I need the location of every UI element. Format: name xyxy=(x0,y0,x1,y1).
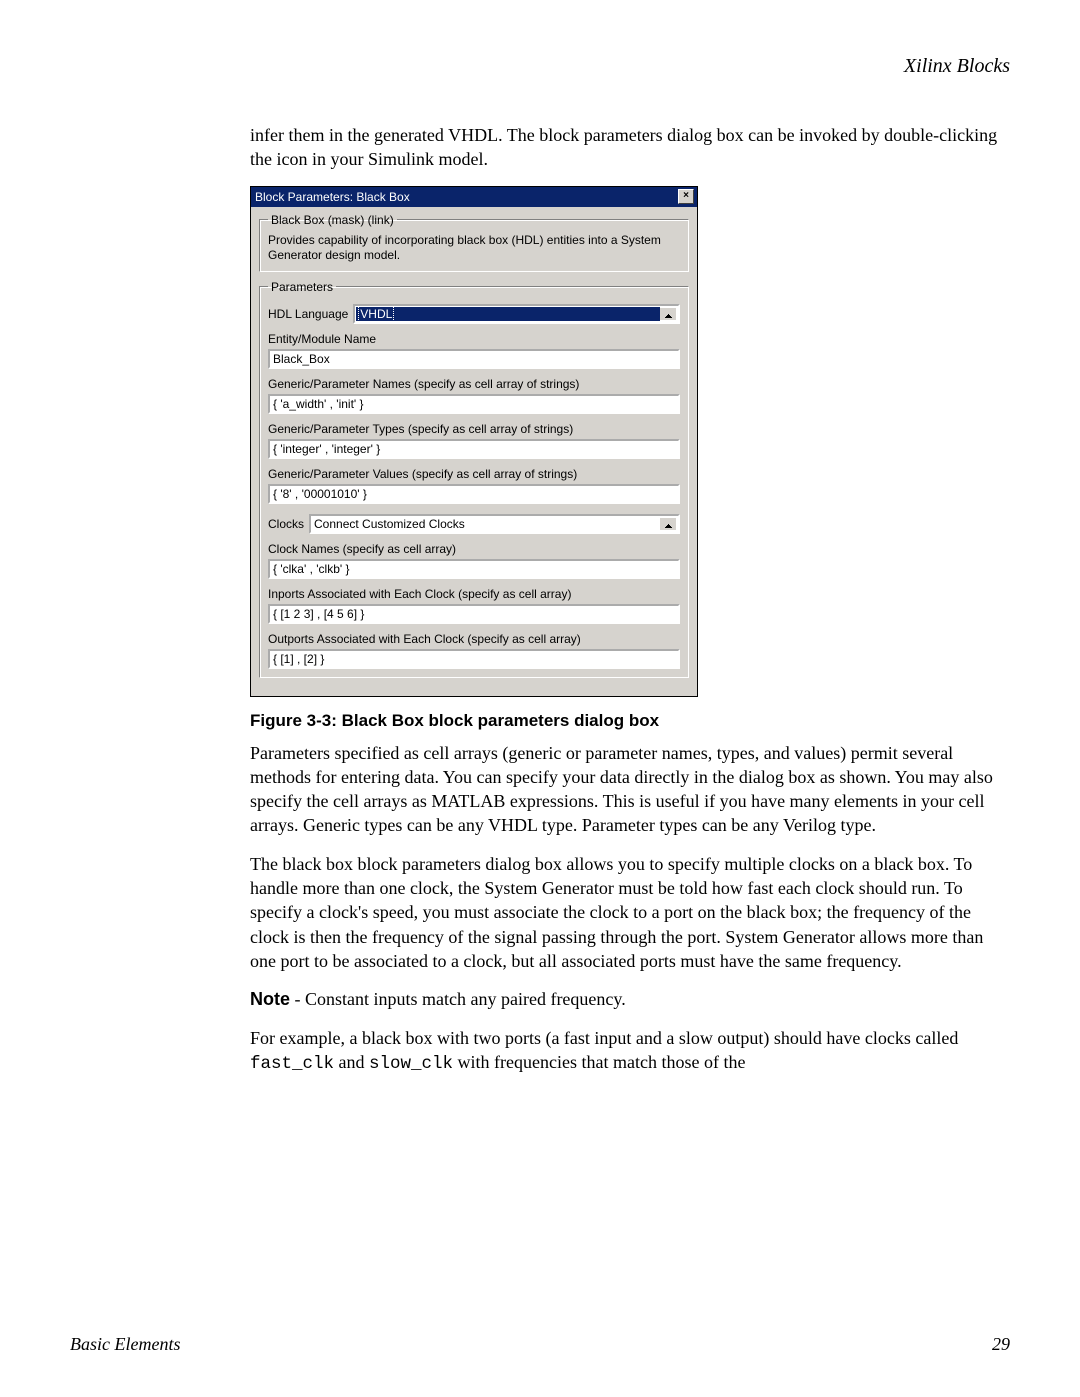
hdl-language-select[interactable] xyxy=(353,304,680,324)
mask-legend: Black Box (mask) (link) xyxy=(268,213,397,227)
outports-label: Outports Associated with Each Clock (spe… xyxy=(268,632,680,646)
hdl-language-label: HDL Language xyxy=(268,307,348,321)
footer-page-number: 29 xyxy=(992,1334,1010,1355)
code-slow-clk: slow_clk xyxy=(369,1054,453,1074)
dialog-titlebar: Block Parameters: Black Box × xyxy=(251,187,697,207)
footer-section: Basic Elements xyxy=(70,1334,180,1355)
outports-input[interactable] xyxy=(268,649,680,669)
example-post: with frequencies that match those of the xyxy=(453,1052,745,1072)
entity-name-label: Entity/Module Name xyxy=(268,332,680,346)
example-mid: and xyxy=(334,1052,369,1072)
running-head: Xilinx Blocks xyxy=(250,55,1010,78)
inports-label: Inports Associated with Each Clock (spec… xyxy=(268,587,680,601)
clocks-row: Clocks Connect Customized Clocks xyxy=(268,514,680,534)
paragraph-clocks: The black box block parameters dialog bo… xyxy=(250,852,1010,973)
paragraph-note: Note - Constant inputs match any paired … xyxy=(250,987,1010,1011)
close-icon[interactable]: × xyxy=(678,189,694,204)
example-pre: For example, a black box with two ports … xyxy=(250,1028,958,1048)
generic-values-label: Generic/Parameter Values (specify as cel… xyxy=(268,467,680,481)
paragraph-example: For example, a black box with two ports … xyxy=(250,1026,1010,1077)
mask-groupbox: Black Box (mask) (link) Provides capabil… xyxy=(259,213,689,272)
parameters-groupbox: Parameters HDL Language VHDL Entity/Modu… xyxy=(259,280,689,678)
page-footer: Basic Elements 29 xyxy=(70,1334,1010,1355)
dialog-body: Black Box (mask) (link) Provides capabil… xyxy=(251,207,697,696)
generic-types-label: Generic/Parameter Types (specify as cell… xyxy=(268,422,680,436)
clocks-select[interactable]: Connect Customized Clocks xyxy=(309,514,680,534)
figure-caption: Figure 3-3: Black Box block parameters d… xyxy=(250,711,1010,731)
code-fast-clk: fast_clk xyxy=(250,1054,334,1074)
generic-names-input[interactable] xyxy=(268,394,680,414)
intro-paragraph: infer them in the generated VHDL. The bl… xyxy=(250,123,1010,172)
block-parameters-dialog: Block Parameters: Black Box × Black Box … xyxy=(250,186,698,697)
clock-names-label: Clock Names (specify as cell array) xyxy=(268,542,680,556)
note-label: Note xyxy=(250,989,290,1009)
parameters-legend: Parameters xyxy=(268,280,336,294)
entity-name-input[interactable] xyxy=(268,349,680,369)
hdl-language-row: HDL Language VHDL xyxy=(268,304,680,324)
note-text: - Constant inputs match any paired frequ… xyxy=(290,989,626,1009)
clocks-label: Clocks xyxy=(268,517,304,531)
inports-input[interactable] xyxy=(268,604,680,624)
generic-values-input[interactable] xyxy=(268,484,680,504)
generic-names-label: Generic/Parameter Names (specify as cell… xyxy=(268,377,680,391)
generic-types-input[interactable] xyxy=(268,439,680,459)
clock-names-input[interactable] xyxy=(268,559,680,579)
mask-description: Provides capability of incorporating bla… xyxy=(268,233,680,263)
paragraph-cell-arrays: Parameters specified as cell arrays (gen… xyxy=(250,741,1010,838)
dialog-title: Block Parameters: Black Box xyxy=(255,190,410,204)
